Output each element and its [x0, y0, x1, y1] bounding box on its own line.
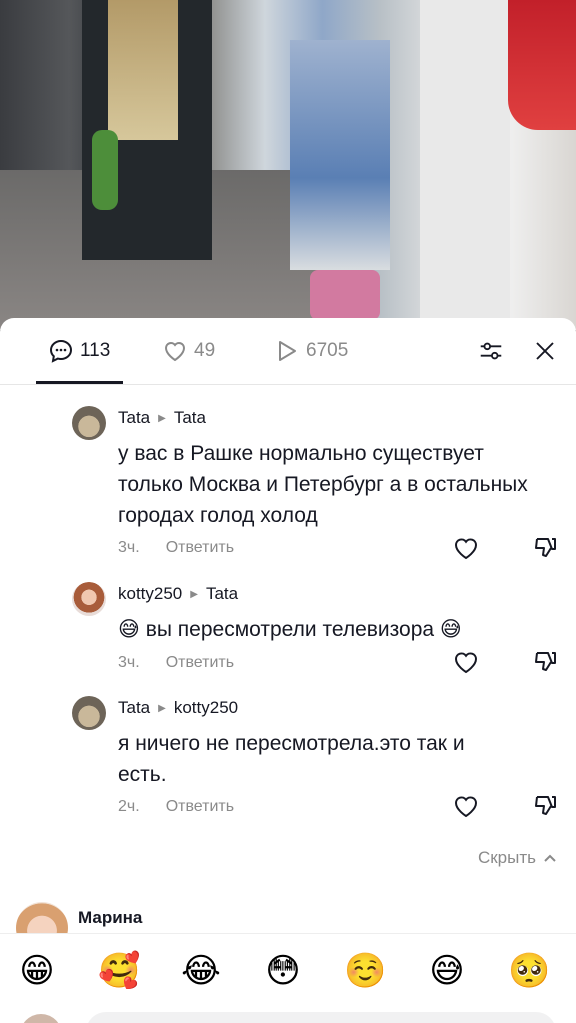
- active-tab-indicator: [36, 381, 123, 384]
- video-blur-region: [310, 270, 380, 320]
- comment-author[interactable]: kotty250: [118, 584, 182, 604]
- avatar: [20, 1014, 62, 1023]
- video-blur-region: [508, 0, 576, 130]
- emoji-button[interactable]: 🥰: [98, 950, 140, 992]
- comment-text: я ничего не пересмотрела.это так и есть.: [118, 732, 465, 786]
- comment-meta: 3ч. Ответить: [118, 654, 234, 672]
- views-count: 6705: [306, 340, 349, 361]
- comment-meta: 2ч. Ответить: [118, 798, 234, 816]
- screen: 113 49 6705 Tata ▶ Tata у вас в Рашке но…: [0, 0, 576, 1023]
- comment-text: у вас в Рашке нормально существует тольк…: [118, 442, 528, 527]
- dislike-icon[interactable]: [532, 534, 560, 562]
- chevron-up-icon: [544, 854, 556, 862]
- avatar[interactable]: [72, 696, 106, 730]
- like-icon[interactable]: [452, 534, 480, 562]
- reply-button[interactable]: Ответить: [166, 798, 234, 816]
- like-icon[interactable]: [452, 648, 480, 676]
- video-blur-region: [290, 40, 390, 270]
- emoji-button[interactable]: 😅: [426, 950, 468, 992]
- video-blur-region: [108, 0, 178, 140]
- reply-arrow-icon: ▶: [158, 702, 166, 714]
- avatar[interactable]: [72, 406, 106, 440]
- tab-comments[interactable]: 113: [48, 338, 110, 364]
- comments-tabs: 113 49 6705: [0, 318, 576, 385]
- comments-count: 113: [80, 340, 111, 361]
- likes-count: 49: [194, 340, 216, 361]
- reply-button[interactable]: Ответить: [166, 539, 234, 557]
- comment-input-row: [0, 1008, 576, 1023]
- comment-reply-to[interactable]: Tata: [174, 408, 206, 428]
- comments-sheet: 113 49 6705 Tata ▶ Tata у вас в Рашке но…: [0, 318, 576, 1023]
- comment-item: Tata ▶ Tata у вас в Рашке нормально суще…: [72, 406, 556, 566]
- reply-arrow-icon: ▶: [158, 412, 166, 424]
- avatar[interactable]: [72, 582, 106, 616]
- tab-likes[interactable]: 49: [162, 338, 215, 364]
- comment-time: 2ч.: [118, 798, 140, 815]
- comment-time: 3ч.: [118, 654, 140, 671]
- sliders-icon: [480, 342, 502, 360]
- heart-icon: [164, 342, 186, 362]
- comment-header: Tata ▶ kotty250: [118, 698, 238, 718]
- emoji-button[interactable]: 😂: [180, 950, 222, 992]
- comment-icon: [49, 339, 73, 363]
- reply-button[interactable]: Ответить: [166, 654, 234, 672]
- video-background[interactable]: [0, 0, 576, 330]
- emoji-button[interactable]: ☺️: [344, 950, 386, 992]
- emoji-button[interactable]: 😁: [16, 950, 58, 992]
- hide-replies-button[interactable]: Скрыть: [478, 848, 558, 868]
- close-icon: [536, 342, 554, 360]
- dislike-icon[interactable]: [532, 648, 560, 676]
- comment-reply-to[interactable]: kotty250: [174, 698, 238, 718]
- video-blur-region: [92, 130, 118, 210]
- comment-author[interactable]: Марина: [78, 908, 142, 928]
- comment-header: Tata ▶ Tata: [118, 408, 206, 428]
- comment-author[interactable]: Tata: [118, 408, 150, 428]
- play-icon: [279, 341, 296, 361]
- emoji-button[interactable]: 🥺: [508, 950, 550, 992]
- close-button[interactable]: [530, 336, 560, 366]
- hide-label: Скрыть: [477, 848, 536, 867]
- comment-item: kotty250 ▶ Tata 😅 вы пересмотрели телеви…: [72, 582, 556, 692]
- video-blur-region: [420, 0, 510, 330]
- comment-author[interactable]: Tata: [118, 698, 150, 718]
- comment-item: Tata ▶ kotty250 я ничего не пересмотрела…: [72, 696, 556, 836]
- comment-text: 😅 вы пересмотрели телевизора 😅: [118, 618, 462, 641]
- tab-views[interactable]: 6705: [274, 338, 348, 364]
- emoji-button[interactable]: 😳: [262, 950, 304, 992]
- comment-meta: 3ч. Ответить: [118, 539, 234, 557]
- comment-reply-to[interactable]: Tata: [206, 584, 238, 604]
- comment-time: 3ч.: [118, 539, 140, 556]
- filter-button[interactable]: [476, 336, 506, 366]
- like-icon[interactable]: [452, 792, 480, 820]
- dislike-icon[interactable]: [532, 792, 560, 820]
- reply-arrow-icon: ▶: [190, 588, 198, 600]
- comment-input[interactable]: [86, 1012, 556, 1023]
- comment-header: kotty250 ▶ Tata: [118, 584, 238, 604]
